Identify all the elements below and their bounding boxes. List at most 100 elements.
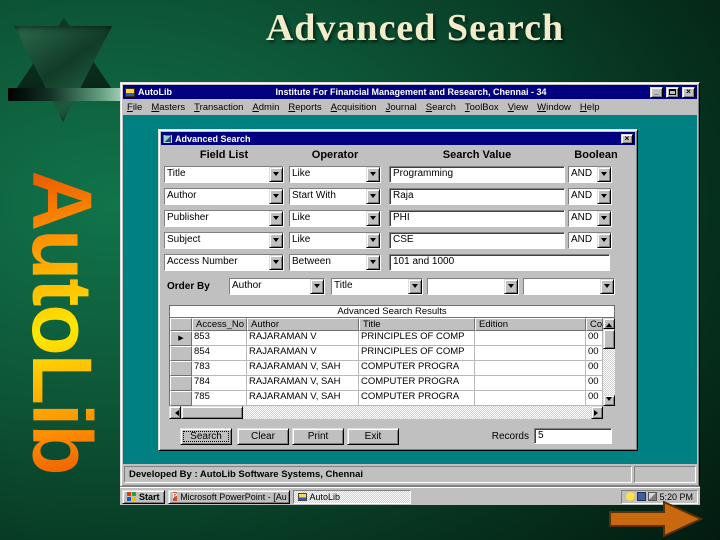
- field-select-4[interactable]: Subject: [164, 232, 284, 249]
- restore-button[interactable]: [666, 86, 679, 98]
- menu-help[interactable]: Help: [580, 102, 600, 113]
- close-button[interactable]: ×: [682, 86, 695, 98]
- scroll-down-icon[interactable]: [603, 395, 615, 406]
- col-author[interactable]: Author: [247, 318, 359, 331]
- operator-select-5[interactable]: Between: [289, 254, 381, 271]
- chevron-down-icon[interactable]: [269, 189, 283, 204]
- chevron-down-icon[interactable]: [597, 211, 611, 226]
- table-row[interactable]: 854 RAJARAMAN V PRINCIPLES OF COMP 00: [170, 346, 603, 361]
- order-by-select-2[interactable]: Title: [331, 278, 423, 295]
- clear-button[interactable]: Clear: [237, 428, 289, 445]
- table-row[interactable]: 784 RAJARAMAN V, SAH COMPUTER PROGRA 00: [170, 376, 603, 391]
- boolean-select-3[interactable]: AND: [568, 210, 612, 227]
- window-titlebar[interactable]: AutoLib Institute For Financial Manageme…: [123, 85, 697, 99]
- chevron-down-icon[interactable]: [504, 279, 518, 294]
- results-caption: Advanced Search Results: [169, 305, 615, 318]
- cell-edition: [475, 376, 586, 391]
- minimize-button[interactable]: _: [650, 86, 663, 98]
- menu-masters[interactable]: Masters: [151, 102, 185, 113]
- dialog-close-button[interactable]: ×: [621, 133, 633, 144]
- print-button[interactable]: Print: [292, 428, 344, 445]
- search-value-input-4[interactable]: CSE: [389, 232, 565, 249]
- chevron-down-icon[interactable]: [366, 255, 380, 270]
- menu-file[interactable]: File: [127, 102, 142, 113]
- col-title[interactable]: Title: [359, 318, 475, 331]
- order-by-select-1[interactable]: Author: [229, 278, 325, 295]
- col-edition[interactable]: Edition: [475, 318, 586, 331]
- start-label: Start: [139, 491, 160, 502]
- search-value-input-5[interactable]: 101 and 1000: [389, 254, 610, 271]
- menu-window[interactable]: Window: [537, 102, 571, 113]
- scroll-right-icon[interactable]: [591, 406, 603, 419]
- chevron-down-icon[interactable]: [597, 189, 611, 204]
- menu-journal[interactable]: Journal: [386, 102, 417, 113]
- order-by-select-3[interactable]: [427, 278, 519, 295]
- menu-search[interactable]: Search: [426, 102, 456, 113]
- operator-select-2[interactable]: Start With: [289, 188, 381, 205]
- field-select-3[interactable]: Publisher: [164, 210, 284, 227]
- chevron-down-icon[interactable]: [269, 255, 283, 270]
- order-by-select-4[interactable]: [523, 278, 615, 295]
- scrollbar-thumb[interactable]: [181, 406, 243, 419]
- operator-select-1[interactable]: Like: [289, 166, 381, 183]
- menu-view[interactable]: View: [508, 102, 528, 113]
- search-button[interactable]: Search: [180, 428, 232, 445]
- dialog-icon: [163, 134, 172, 143]
- field-select-5[interactable]: Access Number: [164, 254, 284, 271]
- field-select-1[interactable]: Title: [164, 166, 284, 183]
- table-row[interactable]: 783 RAJARAMAN V, SAH COMPUTER PROGRA 00: [170, 361, 603, 376]
- criteria-row: Subject Like CSE AND: [159, 232, 637, 249]
- chevron-down-icon[interactable]: [597, 233, 611, 248]
- start-button[interactable]: Start: [122, 489, 165, 504]
- cell-title: COMPUTER PROGRA: [359, 361, 475, 376]
- chevron-down-icon[interactable]: [366, 167, 380, 182]
- dialog-title: Advanced Search: [175, 133, 251, 144]
- boolean-select-4[interactable]: AND: [568, 232, 612, 249]
- search-value-input-3[interactable]: PHI: [389, 210, 565, 227]
- results-horizontal-scrollbar[interactable]: [169, 406, 603, 419]
- chevron-down-icon[interactable]: [597, 167, 611, 182]
- col-partial[interactable]: Co: [586, 318, 603, 331]
- menu-acquisition[interactable]: Acquisition: [331, 102, 377, 113]
- scrollbar-track[interactable]: [243, 406, 591, 419]
- search-value-input-1[interactable]: Programming: [389, 166, 565, 183]
- operator-select-3[interactable]: Like: [289, 210, 381, 227]
- operator-select-4[interactable]: Like: [289, 232, 381, 249]
- dialog-titlebar[interactable]: Advanced Search ×: [161, 132, 635, 145]
- advanced-search-dialog: Advanced Search × Field List Operator Se…: [158, 129, 638, 451]
- table-row[interactable]: ▶ 853 RAJARAMAN V PRINCIPLES OF COMP 00: [170, 331, 603, 346]
- chevron-down-icon[interactable]: [269, 167, 283, 182]
- scroll-left-icon[interactable]: [169, 406, 181, 419]
- task-autolib[interactable]: AutoLib: [292, 489, 411, 504]
- menu-toolbox[interactable]: ToolBox: [465, 102, 499, 113]
- status-text: Developed By : AutoLib Software Systems,…: [124, 466, 632, 483]
- scrollbar-thumb[interactable]: [603, 329, 615, 349]
- next-slide-arrow[interactable]: [606, 499, 706, 539]
- col-access-no[interactable]: Access_No: [192, 318, 247, 331]
- table-row[interactable]: 785 RAJARAMAN V, SAH COMPUTER PROGRA 00: [170, 391, 603, 406]
- chevron-down-icon[interactable]: [269, 233, 283, 248]
- field-select-2[interactable]: Author: [164, 188, 284, 205]
- menu-admin[interactable]: Admin: [252, 102, 279, 113]
- criteria-row: Title Like Programming AND: [159, 166, 637, 183]
- scrollbar-track[interactable]: [603, 349, 615, 395]
- chevron-down-icon[interactable]: [600, 279, 614, 294]
- chevron-down-icon[interactable]: [269, 211, 283, 226]
- chevron-down-icon[interactable]: [366, 189, 380, 204]
- boolean-select-1[interactable]: AND: [568, 166, 612, 183]
- chevron-down-icon[interactable]: [310, 279, 324, 294]
- records-count-field[interactable]: 5: [534, 428, 612, 444]
- exit-button[interactable]: Exit: [347, 428, 399, 445]
- scroll-up-icon[interactable]: [603, 318, 615, 329]
- chevron-down-icon[interactable]: [366, 233, 380, 248]
- search-value-input-2[interactable]: Raja: [389, 188, 565, 205]
- menu-transaction[interactable]: Transaction: [194, 102, 243, 113]
- results-vertical-scrollbar[interactable]: [603, 318, 615, 406]
- task-powerpoint[interactable]: P Microsoft PowerPoint - [Au: [167, 489, 290, 504]
- cell-partial: 00: [586, 361, 603, 376]
- chevron-down-icon[interactable]: [366, 211, 380, 226]
- arrow-right-icon: [609, 500, 704, 538]
- boolean-select-2[interactable]: AND: [568, 188, 612, 205]
- chevron-down-icon[interactable]: [408, 279, 422, 294]
- menu-reports[interactable]: Reports: [288, 102, 321, 113]
